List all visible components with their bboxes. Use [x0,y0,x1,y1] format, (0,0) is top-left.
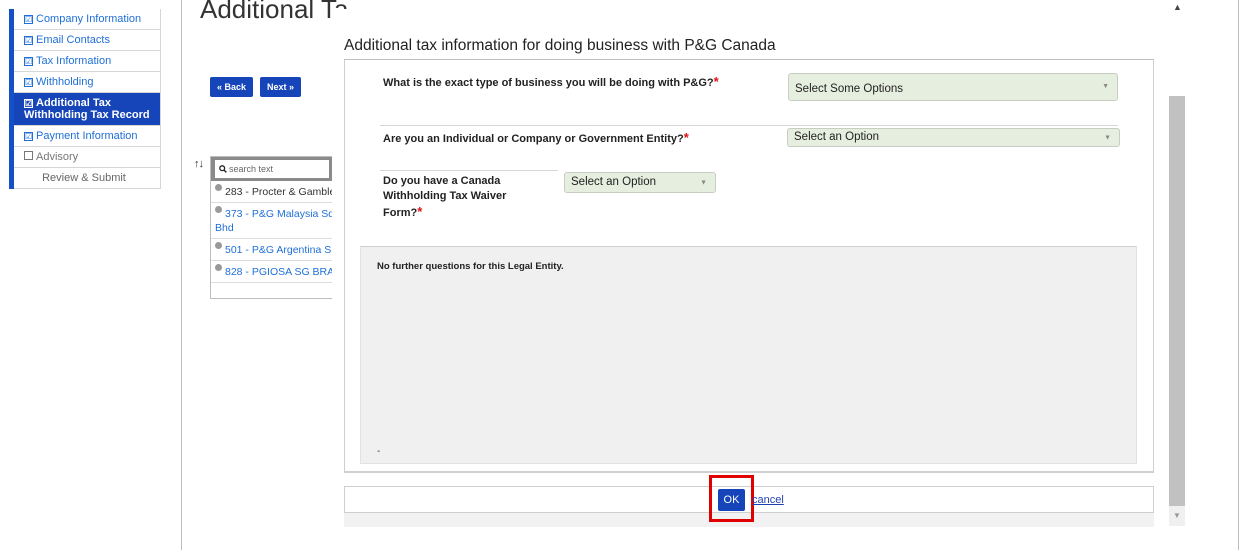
chevron-down-icon: ▼ [1102,83,1109,90]
list-item[interactable]: 283 - Procter & Gamble [211,181,333,203]
sidebar-item-label: Advisory [36,151,79,163]
required-marker: * [683,130,689,145]
back-button[interactable]: « Back [210,77,254,97]
chevron-down-icon: ▼ [700,179,707,186]
sidebar-item-review-submit[interactable]: Review & Submit [14,168,161,189]
list-item-label: 501 - P&G Argentina S [225,244,332,256]
list-item[interactable]: 373 - P&G Malaysia Sdn. Bhd [211,203,334,239]
question-text: Do you have a Canada [383,175,501,187]
empty-square-icon [24,151,33,160]
sidebar-item-advisory[interactable]: Advisory [14,147,161,168]
search-placeholder: search text [229,164,274,174]
sidebar-item-label: Tax Information [36,55,112,67]
sidebar-divider [181,0,182,550]
check-square-icon: ☑ [24,57,33,66]
sidebar-nav: ☑ Company Information ☑ Email Contacts ☑ Ta… [9,9,161,189]
select-value: Select Some Options [795,83,904,95]
question-divider [380,125,1118,126]
status-dot-icon [215,242,222,249]
modal-title: Additional tax information for doing bus… [344,37,776,54]
sidebar-item-label: Additional Tax Withholding Tax Record [24,97,150,121]
sidebar-item-company-information[interactable]: ☑ Company Information [14,9,161,30]
waiver-form-select[interactable]: Select an Option ▼ [564,172,716,193]
check-square-icon: ☑ [24,78,33,87]
sidebar-item-payment-information[interactable]: ☑ Payment Information [14,126,161,147]
no-further-questions-text: No further questions for this Legal Enti… [377,261,564,272]
sidebar-item-label: Company Information [36,13,142,25]
check-square-icon: ☑ [24,15,33,24]
info-panel: No further questions for this Legal Enti… [360,246,1137,464]
list-item-label: 373 - P&G Malaysia Sdn. Bhd [215,208,334,234]
page-title: Additional Ta [200,0,349,24]
entity-type-select[interactable]: Select an Option ▼ [787,128,1120,147]
sidebar-item-label: Review & Submit [42,172,126,184]
business-type-select[interactable]: Select Some Options ▼ [788,73,1118,101]
sidebar-item-label: Email Contacts [36,34,110,46]
search-input[interactable]: search text [215,160,329,178]
list-item-label: 828 - PGIOSA SG BRANCH [225,266,334,278]
chevron-down-icon: ▼ [1104,134,1111,141]
footer-divider [344,472,1154,473]
legal-entity-list: search text 283 - Procter & Gamble 373 -… [210,156,334,299]
question-entity-type-label: Are you an Individual or Company or Gove… [383,130,689,147]
required-marker: * [713,74,719,89]
check-square-icon: ☑ [24,132,33,141]
select-value: Select an Option [794,131,880,143]
sidebar-item-additional-tax-withholding[interactable]: ☑ Additional Tax Withholding Tax Record [14,93,161,126]
ok-button-highlight [709,475,754,522]
question-business-type-label: What is the exact type of business you w… [383,74,719,91]
sort-icon[interactable]: ↑↓ [194,158,204,170]
sidebar-item-label: Payment Information [36,130,138,142]
question-divider [380,170,558,171]
question-text: Form? [383,207,418,219]
list-item[interactable]: 828 - PGIOSA SG BRANCH [211,261,333,283]
cancel-link[interactable]: cancel [752,494,784,506]
sidebar-item-withholding[interactable]: ☑ Withholding [14,72,161,93]
scroll-up-arrow-icon[interactable]: ▲ [1173,2,1182,12]
scroll-down-arrow-icon[interactable]: ▼ [1173,511,1181,520]
panel-dash: - [377,446,381,457]
status-dot-icon [215,184,222,191]
sidebar-item-email-contacts[interactable]: ☑ Email Contacts [14,30,161,51]
sidebar-item-label: Withholding [36,76,94,88]
select-value: Select an Option [571,176,657,188]
search-bar: search text [211,157,333,181]
question-text: Withholding Tax Waiver [383,190,507,202]
check-square-icon: ☑ [24,99,33,108]
check-square-icon: ☑ [24,36,33,45]
list-item[interactable]: 501 - P&G Argentina S [211,239,333,261]
question-waiver-form-label: Do you have a Canada Withholding Tax Wai… [383,174,558,221]
required-marker: * [417,204,423,219]
list-item-label: 283 - Procter & Gamble [225,186,334,198]
status-dot-icon [215,206,222,213]
sidebar-item-tax-information[interactable]: ☑ Tax Information [14,51,161,72]
next-button[interactable]: Next » [260,77,302,97]
status-dot-icon [215,264,222,271]
page-edge-divider [1238,0,1239,550]
question-text: What is the exact type of business you w… [383,77,714,89]
scrollbar-thumb[interactable] [1169,96,1185,506]
search-icon [219,165,227,173]
question-text: Are you an Individual or Company or Gove… [383,133,684,145]
